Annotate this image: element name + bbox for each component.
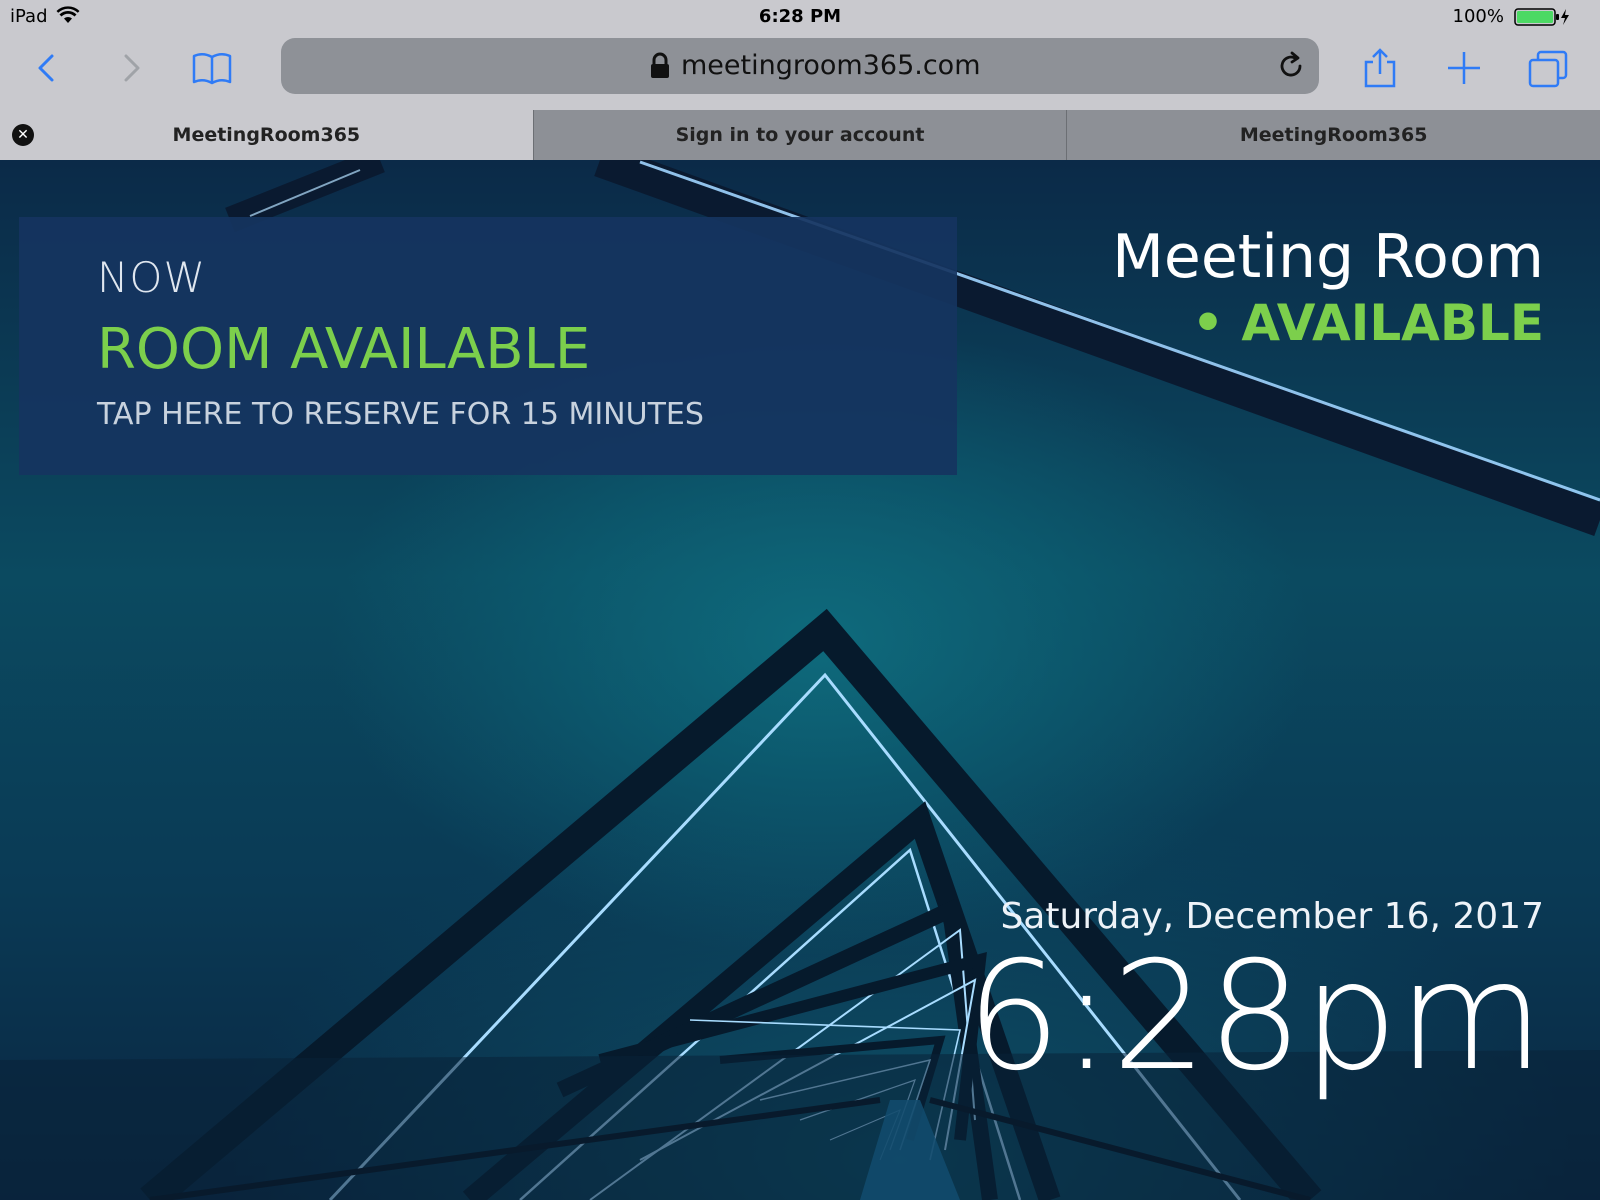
forward-button[interactable] [108,46,152,90]
battery-percentage: 100% [1452,6,1504,27]
chevron-left-icon [38,54,54,82]
address-bar[interactable]: meetingroom365.com [281,38,1319,94]
tab-meetingroom365[interactable]: MeetingRoom365 [1066,110,1600,160]
tab-label: MeetingRoom365 [172,124,361,146]
reserve-action-text[interactable]: TAP HERE TO RESERVE FOR 15 MINUTES [97,397,704,432]
browser-toolbar: meetingroom365.com [0,32,1600,110]
battery-icon [1514,8,1572,31]
back-button[interactable] [26,46,70,90]
tab-bar: ✕ MeetingRoom365 Sign in to your account… [0,110,1600,160]
share-button[interactable] [1358,46,1402,90]
new-tab-button[interactable] [1442,46,1486,90]
room-status-text: ROOM AVAILABLE [97,317,591,382]
tab-sign-in[interactable]: Sign in to your account [532,110,1067,160]
tabs-overview-button[interactable] [1526,46,1570,90]
tab-meetingroom365-active[interactable]: ✕ MeetingRoom365 [0,110,533,160]
room-name: Meeting Room [1112,222,1544,292]
meeting-room-display: NOW ROOM AVAILABLE TAP HERE TO RESERVE F… [0,160,1600,1200]
current-time: 6:28pm [965,930,1544,1104]
tab-label: Sign in to your account [675,124,925,146]
chevron-right-icon [124,54,140,82]
availability-badge: • AVAILABLE [1192,294,1544,352]
status-clock: 6:28 PM [758,6,842,27]
share-icon [1364,48,1396,88]
url-text: meetingroom365.com [681,50,981,81]
close-tab-icon[interactable]: ✕ [12,124,34,146]
plus-icon [1448,52,1480,84]
reload-icon[interactable] [1275,50,1307,82]
ios-status-bar: iPad 6:28 PM 100% [0,0,1600,32]
reserve-room-card[interactable]: NOW ROOM AVAILABLE TAP HERE TO RESERVE F… [19,217,957,475]
bookmarks-button[interactable] [190,46,234,90]
tab-label: MeetingRoom365 [1239,124,1428,146]
tabs-icon [1528,50,1568,88]
book-icon [192,53,232,85]
lock-icon [649,52,671,80]
now-label: NOW [97,253,207,302]
